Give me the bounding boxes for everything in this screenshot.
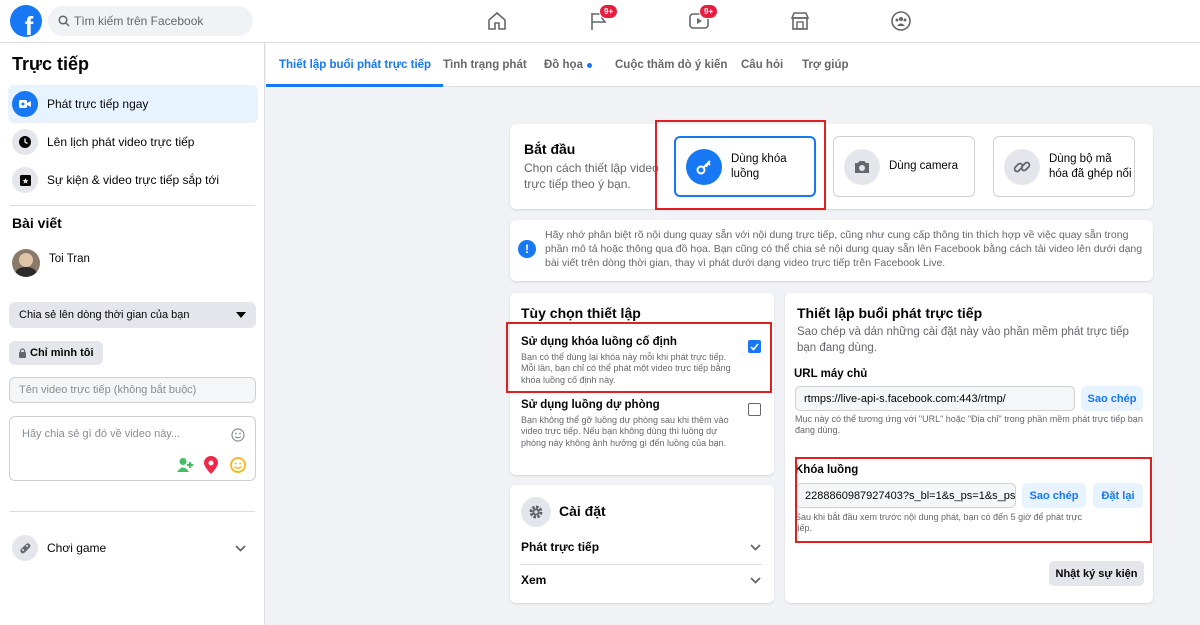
settings-title: Cài đặt [559, 503, 606, 519]
avatar[interactable] [12, 249, 40, 277]
sidebar-item-label: Sự kiện & video trực tiếp sắp tới [47, 173, 220, 187]
top-bar: f Tìm kiếm trên Facebook 9+ 9+ [0, 0, 1200, 43]
gear-icon [521, 497, 551, 527]
sidebar-item-label: Lên lịch phát video trực tiếp [47, 135, 195, 149]
left-sidebar: Trực tiếp Phát trực tiếp ngay Lên lịch p… [0, 43, 265, 625]
sidebar-item-upcoming-events[interactable]: Sự kiện & video trực tiếp sắp tới [8, 161, 258, 199]
settings-card: Cài đặt Phát trực tiếp Xem [510, 485, 774, 603]
tag-people-icon[interactable] [177, 457, 195, 473]
emoji-icon[interactable] [231, 428, 245, 442]
tab-bar: Thiết lập buổi phát trực tiếp Tình trạng… [266, 43, 1200, 87]
sidebar-item-label: Chơi game [47, 541, 107, 555]
sidebar-item-label: Phát trực tiếp ngay [47, 97, 149, 111]
video-description-input[interactable]: Hãy chia sẻ gì đó về video này... [9, 416, 256, 481]
tab-polls[interactable]: Cuộc thăm dò ý kiến [615, 43, 727, 87]
calendar-star-icon [12, 167, 38, 193]
chevron-down-icon [750, 543, 761, 551]
sidebar-divider [10, 205, 255, 206]
search-icon [58, 15, 70, 27]
share-target-select[interactable]: Chia sẻ lên dòng thời gian của bạn [9, 302, 256, 328]
gamepad-icon [12, 535, 38, 561]
sidebar-divider [10, 511, 255, 512]
stream-setup-card: Thiết lập buổi phát trực tiếp Sao chép v… [785, 293, 1153, 603]
new-dot-icon [586, 62, 592, 68]
chevron-down-icon [750, 576, 761, 584]
tab-graphics[interactable]: Đồ họa [544, 43, 592, 87]
chevron-down-icon [235, 544, 246, 552]
caret-down-icon [236, 312, 246, 318]
row-label: Phát trực tiếp [521, 540, 600, 554]
home-icon[interactable] [486, 10, 510, 32]
facebook-logo-icon[interactable]: f [10, 5, 42, 37]
highlight-stream-key [795, 457, 1152, 543]
description-placeholder: Hãy chia sẻ gì đó về video này... [22, 428, 181, 440]
highlight-persistent-key [506, 322, 772, 393]
server-url-hint: Mục này có thể tương ứng với "URL" hoặc … [795, 414, 1143, 436]
backup-stream-checkbox[interactable] [748, 403, 761, 416]
tab-help[interactable]: Trợ giúp [802, 43, 849, 87]
privacy-label: Chỉ mình tôi [30, 347, 94, 359]
tab-stream-health[interactable]: Tình trạng phát [443, 43, 527, 87]
row-label: Xem [521, 573, 547, 587]
row-divider [520, 564, 762, 565]
option-label: Dùng camera [889, 160, 959, 173]
watch-icon[interactable]: 9+ [688, 4, 719, 32]
option-paired-encoder[interactable]: Dùng bộ mã hóa đã ghép nối [993, 136, 1135, 197]
backup-stream-label: Sử dụng luồng dự phòng [521, 399, 660, 411]
location-pin-icon[interactable] [204, 456, 218, 474]
setup-options-title: Tùy chọn thiết lập [521, 305, 641, 321]
user-name: Toi Tran [49, 253, 90, 265]
camera-icon [844, 148, 880, 185]
privacy-button[interactable]: Chỉ mình tôi [9, 341, 103, 365]
marketplace-icon[interactable] [789, 10, 813, 32]
sidebar-title: Trực tiếp [12, 54, 90, 74]
posts-heading: Bài viết [12, 215, 62, 231]
sidebar-item-games[interactable]: Chơi game [8, 529, 258, 567]
highlight-stream-key-option [655, 120, 826, 210]
copy-server-url-button[interactable]: Sao chép [1081, 386, 1143, 411]
link-icon [1004, 148, 1040, 185]
feeling-icon[interactable] [229, 456, 247, 474]
search-box[interactable]: Tìm kiếm trên Facebook [48, 6, 253, 36]
pages-flag-icon[interactable]: 9+ [588, 4, 619, 32]
groups-icon[interactable] [890, 10, 914, 32]
tab-label: Đồ họa [544, 59, 583, 71]
notice-text: Hãy nhớ phân biệt rõ nội dung quay sẵn v… [545, 229, 1143, 270]
tab-questions[interactable]: Câu hỏi [741, 43, 783, 87]
clock-icon [12, 129, 38, 155]
video-title-input[interactable]: Tên video trực tiếp (không bắt buộc) [9, 377, 256, 403]
server-url-label: URL máy chủ [794, 368, 868, 380]
tab-stream-setup[interactable]: Thiết lập buổi phát trực tiếp [266, 43, 444, 87]
settings-row-view[interactable]: Xem [521, 573, 761, 587]
watch-badge: 9+ [699, 4, 719, 19]
settings-row-live[interactable]: Phát trực tiếp [521, 540, 761, 554]
get-started-title: Bắt đầu [524, 141, 576, 157]
get-started-card: Bắt đầu Chọn cách thiết lập video trực t… [510, 124, 1153, 209]
notice-card: ! Hãy nhớ phân biệt rõ nội dung quay sẵn… [510, 220, 1153, 281]
stream-setup-title: Thiết lập buổi phát trực tiếp [797, 305, 983, 321]
sidebar-item-schedule[interactable]: Lên lịch phát video trực tiếp [8, 123, 258, 161]
info-icon: ! [518, 240, 536, 258]
option-camera[interactable]: Dùng camera [833, 136, 975, 197]
share-target-value: Chia sẻ lên dòng thời gian của bạn [19, 309, 190, 321]
video-camera-icon [12, 91, 38, 117]
pages-badge: 9+ [599, 4, 619, 19]
server-url-field[interactable]: rtmps://live-api-s.facebook.com:443/rtmp… [795, 386, 1075, 411]
get-started-subtitle: Chọn cách thiết lập video trực tiếp theo… [524, 161, 659, 191]
search-placeholder: Tìm kiếm trên Facebook [74, 14, 204, 28]
event-log-button[interactable]: Nhật ký sự kiện [1049, 561, 1144, 586]
lock-icon [19, 348, 26, 358]
option-label: Dùng bộ mã hóa đã ghép nối [1049, 152, 1132, 180]
sidebar-item-go-live-now[interactable]: Phát trực tiếp ngay [8, 85, 258, 123]
stream-setup-subtitle: Sao chép và dán những cài đặt này vào ph… [797, 326, 1129, 355]
backup-stream-desc: Bạn không thể gỡ luồng dự phòng sau khi … [521, 415, 729, 448]
